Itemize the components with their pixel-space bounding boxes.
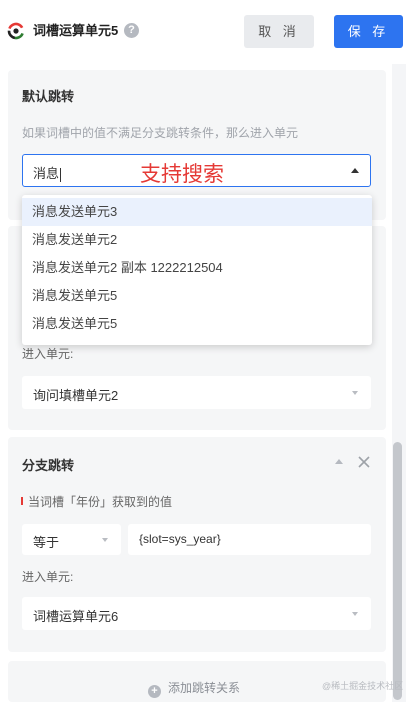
operator-value: 等于 [33, 535, 60, 550]
page-title: 词槽运算单元5 [33, 23, 119, 38]
help-icon[interactable]: ? [124, 23, 139, 38]
search-input-value[interactable]: 消息 [33, 163, 62, 182]
enter-unit-value: 询问填槽单元2 [33, 388, 119, 403]
enter-unit-value-2: 词槽运算单元6 [33, 609, 119, 624]
unit-dropdown-menu: 消息发送单元3 消息发送单元2 消息发送单元2 副本 1222212504 消息… [22, 195, 372, 345]
scrollbar-thumb[interactable] [393, 442, 402, 700]
required-mark [21, 497, 23, 505]
header-bar: 词槽运算单元5 ? 取 消 保 存 [0, 0, 413, 64]
enter-unit-label-2: 进入单元: [22, 570, 74, 584]
dropdown-option[interactable]: 消息发送单元5 [22, 282, 372, 310]
chevron-down-icon[interactable] [352, 391, 358, 395]
add-jump-relation-button[interactable]: + 添加跳转关系 [148, 679, 240, 698]
slot-value-input[interactable]: {slot=sys_year} [128, 524, 371, 555]
enter-unit-select[interactable]: 询问填槽单元2 [22, 376, 371, 409]
plus-circle-icon: + [148, 685, 161, 698]
enter-unit-select-2[interactable]: 词槽运算单元6 [22, 597, 371, 630]
collapse-icon[interactable] [335, 459, 343, 464]
default-jump-title: 默认跳转 [22, 89, 75, 104]
operator-select[interactable]: 等于 [22, 524, 121, 555]
save-button[interactable]: 保 存 [334, 15, 403, 48]
enter-unit-label: 进入单元: [22, 347, 74, 361]
app-logo-icon [7, 22, 25, 40]
chevron-down-icon[interactable] [352, 612, 358, 616]
slot-condition-label: 当词槽「年份」获取到的值 [28, 495, 173, 509]
chevron-up-icon[interactable] [351, 168, 359, 173]
chevron-down-icon[interactable] [102, 538, 108, 542]
dropdown-option[interactable]: 消息发送单元5 [22, 310, 372, 338]
dropdown-option[interactable]: 消息发送单元2 [22, 226, 372, 254]
slot-value-text[interactable]: {slot=sys_year} [139, 532, 221, 546]
text-caret [60, 167, 62, 182]
default-jump-hint: 如果词槽中的值不满足分支跳转条件，那么进入单元 [22, 126, 299, 140]
watermark: @稀土掘金技术社区 [322, 681, 404, 691]
add-jump-relation-label: 添加跳转关系 [168, 681, 241, 695]
dropdown-option[interactable]: 消息发送单元3 [22, 198, 372, 226]
dropdown-option[interactable]: 消息发送单元2 副本 1222212504 [22, 254, 372, 282]
close-icon[interactable] [357, 455, 371, 469]
cancel-button[interactable]: 取 消 [244, 15, 314, 48]
search-annotation: 支持搜索 [140, 163, 224, 186]
branch-jump-title: 分支跳转 [22, 458, 75, 473]
